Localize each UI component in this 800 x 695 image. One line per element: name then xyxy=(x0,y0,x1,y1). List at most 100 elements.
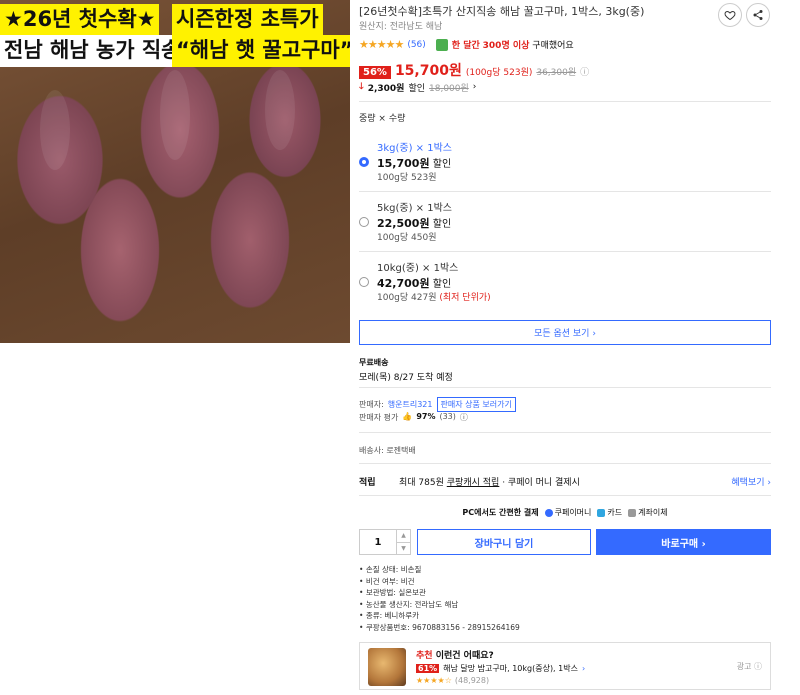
heart-icon xyxy=(724,10,736,21)
product-image[interactable]: ★26년 첫수확★ 시즌한정 초특가 전남 해남 농가 직송 “해남 햇 꿀고구… xyxy=(0,0,350,343)
increment-button[interactable]: ▲ xyxy=(397,530,410,543)
reward-cash-link[interactable]: 쿠팡캐시 적립 xyxy=(447,478,500,488)
divider xyxy=(359,191,771,192)
recommendation-stars: ★★★★☆ xyxy=(416,676,452,685)
option-item[interactable]: 3kg(중) × 1박스 15,700원 할인 100g당 523원 xyxy=(359,137,771,195)
option-name: 3kg(중) × 1박스 xyxy=(377,143,453,154)
purchase-suffix: 구매했어요 xyxy=(532,41,574,51)
payment-method: 쿠페이머니 xyxy=(544,507,592,518)
seller-eval-row: 판매자 평가 👍 97% (33) ⓘ xyxy=(359,412,468,423)
option-name: 10kg(중) × 1박스 xyxy=(377,263,459,274)
seller-eval-label: 판매자 평가 xyxy=(359,413,399,422)
payment-method: 계좌이체 xyxy=(628,507,668,518)
option-unit: 100g당 523원 xyxy=(377,173,437,183)
review-count-link[interactable]: (56) xyxy=(407,40,425,50)
all-options-button[interactable]: 모든 옵션 보기 › xyxy=(359,320,771,345)
hero-banner-direct: 전남 해남 농가 직송 xyxy=(0,35,185,67)
option-unit: 100g당 450원 xyxy=(377,233,437,243)
product-title: [26년첫수확]초특가 산지직송 해남 꿀고구마, 1박스, 3kg(중) xyxy=(359,5,645,18)
divider xyxy=(359,432,771,433)
option-item[interactable]: 5kg(중) × 1박스 22,500원 할인 100g당 450원 xyxy=(359,197,771,255)
payment-method-label: 카드 xyxy=(607,508,623,517)
divider xyxy=(359,251,771,252)
hero-banner-product: “해남 햇 꿀고구마” xyxy=(172,35,350,67)
recommendation-rating: ★★★★☆ (48,928) xyxy=(416,676,489,685)
coupay-icon xyxy=(544,508,553,517)
option-price-suffix: 할인 xyxy=(432,279,452,290)
purchase-stat: 한 달간 300명 이상 구매했어요 xyxy=(452,38,574,51)
payment-method-label: 쿠페이머니 xyxy=(554,508,592,517)
tuber-highlight xyxy=(40,90,70,170)
coupon-discount-row[interactable]: 🡓 2,300원 할인 18,000원 › xyxy=(359,79,476,95)
share-button[interactable] xyxy=(746,3,770,27)
recommendation-discount: 61% xyxy=(416,664,440,673)
payment-method-label: 계좌이체 xyxy=(638,508,668,517)
share-icon xyxy=(753,10,763,20)
option-unit-price: 100g당 427원 xyxy=(377,293,437,303)
add-to-cart-button[interactable]: 장바구니 담기 xyxy=(417,529,591,555)
radio-selected[interactable] xyxy=(359,157,369,167)
recommendation-review-count: (48,928) xyxy=(454,676,490,685)
reward-text: 최대 785원 쿠팡캐시 적립 · 쿠페이 머니 결제시 xyxy=(399,475,731,488)
seller-label: 판매자: xyxy=(359,400,384,409)
seller-eval-count: (33) xyxy=(439,412,456,421)
hero-banner-harvest: ★26년 첫수확★ xyxy=(0,4,160,36)
radio-unselected[interactable] xyxy=(359,217,369,227)
card-icon xyxy=(597,508,606,517)
tuber-highlight xyxy=(160,70,190,160)
buy-now-button[interactable]: 바로구매 › xyxy=(596,529,771,555)
bag-icon xyxy=(435,38,448,51)
purchase-count: 300명 이상 xyxy=(482,41,530,51)
spec-item: 보관방법: 실온보관 xyxy=(359,587,520,599)
payment-methods-row: PC에서도 간편한 결제 쿠페이머니 카드 계좌이체 xyxy=(359,507,771,518)
payment-title: PC에서도 간편한 결제 xyxy=(462,508,539,517)
seller-row: 판매자: 행운트리321 판매자 상품 보러가기 xyxy=(359,397,516,412)
recommendation-name: 해남 달망 밤고구마, 10kg(중상), 1박스 xyxy=(443,664,578,673)
price-row: 56% 15,700원 (100g당 523원) 36,300원 ⓘ xyxy=(359,60,589,80)
quantity-stepper[interactable]: 1 ▲ ▼ xyxy=(359,529,411,555)
radio-unselected[interactable] xyxy=(359,277,369,287)
options-label: 중량 × 수량 xyxy=(359,114,406,124)
spec-item: 쿠팡상품번호: 9670883156 - 28915264169 xyxy=(359,622,520,634)
option-unit: 100g당 427원 (최저 단위가) xyxy=(377,290,491,303)
option-price: 22,500원 xyxy=(377,217,430,230)
decrement-button[interactable]: ▼ xyxy=(397,543,410,555)
spec-item: 농산물 생산지: 전라남도 해남 xyxy=(359,599,520,611)
option-price: 15,700원 xyxy=(377,157,430,170)
recommendation-product: 61% 해남 달망 밤고구마, 10kg(중상), 1박스 › xyxy=(416,663,585,674)
purchase-period: 한 달간 xyxy=(451,41,480,51)
benefit-link[interactable]: 혜택보기 › xyxy=(731,475,771,488)
original-price: 36,300원 xyxy=(536,68,577,78)
option-price-suffix: 할인 xyxy=(432,159,452,170)
recommendation-card[interactable]: 추천 이런건 어때요? 61% 해남 달망 밤고구마, 10kg(중상), 1박… xyxy=(359,642,771,690)
wishlist-button[interactable] xyxy=(718,3,742,27)
ad-label[interactable]: 광고 ⓘ xyxy=(737,661,762,672)
info-icon[interactable]: ⓘ xyxy=(460,412,468,423)
spec-item: 비건 여부: 비건 xyxy=(359,576,520,588)
quantity-buttons: ▲ ▼ xyxy=(396,530,410,554)
seller-name-link[interactable]: 행운트리321 xyxy=(388,399,433,410)
reward-prefix: 최대 785원 xyxy=(399,478,444,488)
seller-products-button[interactable]: 판매자 상품 보러가기 xyxy=(436,397,516,412)
bank-icon xyxy=(628,508,637,517)
reward-suffix: · 쿠페이 머니 결제시 xyxy=(502,478,580,488)
sale-price: 15,700원 xyxy=(394,63,462,79)
quantity-value[interactable]: 1 xyxy=(360,530,396,554)
option-name: 5kg(중) × 1박스 xyxy=(377,203,453,214)
option-price: 42,700원 xyxy=(377,277,430,290)
save-amount: 2,300원 xyxy=(367,83,405,94)
divider xyxy=(359,495,771,496)
spec-item: 종류: 베니하루카 xyxy=(359,610,520,622)
info-icon[interactable]: ⓘ xyxy=(580,65,589,78)
discount-badge: 56% xyxy=(359,66,391,79)
recommendation-thumbnail xyxy=(368,648,406,686)
option-item[interactable]: 10kg(중) × 1박스 42,700원 할인 100g당 427원 (최저 … xyxy=(359,257,771,315)
payment-method: 카드 xyxy=(597,507,622,518)
spec-item: 손질 상태: 비손질 xyxy=(359,564,520,576)
courier: 배송사: 로젠택배 xyxy=(359,446,416,455)
reward-row: 적립 최대 785원 쿠팡캐시 적립 · 쿠페이 머니 결제시 혜택보기 › xyxy=(359,475,771,488)
seller-eval-score: 97% xyxy=(416,412,436,421)
option-price-line: 15,700원 할인 xyxy=(377,155,451,171)
divider xyxy=(359,101,771,102)
divider xyxy=(359,463,771,464)
